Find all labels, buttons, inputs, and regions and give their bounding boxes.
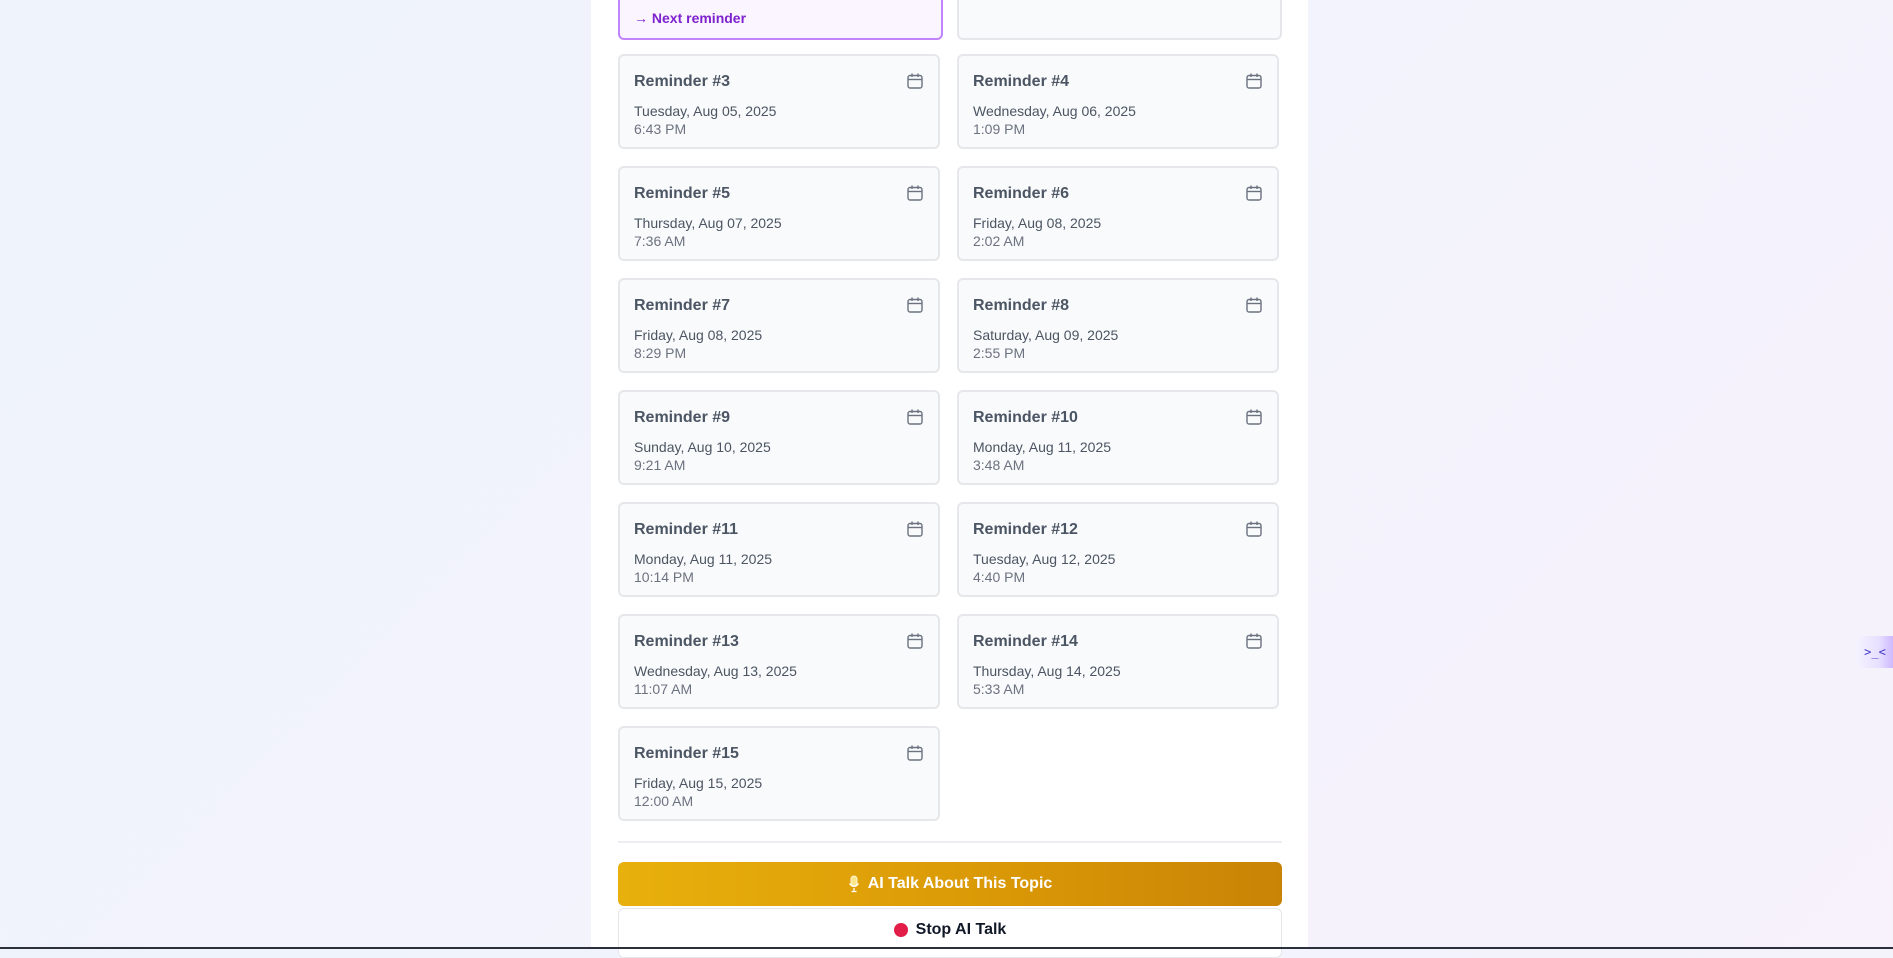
reminder-date: Tuesday, Aug 05, 2025 <box>634 103 777 119</box>
reminder-title: Reminder #6 <box>973 185 1070 202</box>
reminder-card[interactable]: Reminder #8 Saturday, Aug 09, 2025 2:55 … <box>957 278 1279 373</box>
calendar-icon <box>1246 633 1262 649</box>
reminder-date: Tuesday, Aug 12, 2025 <box>973 551 1116 567</box>
reminder-time: 3:48 AM <box>973 457 1025 473</box>
reminder-card[interactable]: Reminder #6 Friday, Aug 08, 2025 2:02 AM <box>957 166 1279 261</box>
reminder-title: Reminder #10 <box>973 409 1078 426</box>
side-panel-tab[interactable]: >_< <box>1857 636 1893 668</box>
reminder-title: Reminder #14 <box>973 633 1078 650</box>
reminder-title: Reminder #13 <box>634 633 739 650</box>
reminder-time: 7:36 AM <box>634 233 686 249</box>
reminder-card[interactable]: Reminder #3 Tuesday, Aug 05, 2025 6:43 P… <box>618 54 940 149</box>
calendar-icon <box>1246 297 1262 313</box>
reminder-date: Friday, Aug 15, 2025 <box>634 775 763 791</box>
reminder-card[interactable]: Reminder #10 Monday, Aug 11, 2025 3:48 A… <box>957 390 1279 485</box>
next-reminder-card[interactable]: → Next reminder <box>618 0 943 40</box>
terminal-icon: >_< <box>1864 645 1886 659</box>
calendar-icon <box>1246 73 1262 89</box>
reminder-date: Thursday, Aug 07, 2025 <box>634 215 782 231</box>
calendar-icon <box>907 185 923 201</box>
calendar-icon <box>907 521 923 537</box>
ai-talk-label: AI Talk About This Topic <box>867 875 1053 892</box>
reminder-time: 6:43 PM <box>634 121 687 137</box>
reminder-date: Saturday, Aug 09, 2025 <box>973 327 1119 343</box>
ai-talk-button[interactable]: AI Talk About This Topic <box>618 862 1282 906</box>
reminder-card[interactable]: Reminder #5 Thursday, Aug 07, 2025 7:36 … <box>618 166 940 261</box>
calendar-icon <box>1246 185 1262 201</box>
reminder-card[interactable]: Reminder #9 Sunday, Aug 10, 2025 9:21 AM <box>618 390 940 485</box>
reminder-time: 8:29 PM <box>634 345 687 361</box>
calendar-icon <box>907 745 923 761</box>
reminder-title: Reminder #15 <box>634 745 739 762</box>
reminder-title: Reminder #11 <box>634 521 739 538</box>
reminder-time: 12:00 AM <box>634 793 694 809</box>
reminder-time: 4:40 PM <box>973 569 1026 585</box>
reminder-date: Friday, Aug 08, 2025 <box>973 215 1102 231</box>
calendar-icon <box>1246 409 1262 425</box>
reminder-grid: → Next reminder Reminder #3 Tuesday, Aug… <box>618 0 1282 958</box>
stop-ai-talk-label: Stop AI Talk <box>915 921 1007 938</box>
reminder-card[interactable]: Reminder #13 Wednesday, Aug 13, 2025 11:… <box>618 614 940 709</box>
reminder-date: Sunday, Aug 10, 2025 <box>634 439 771 455</box>
reminder-card-blank[interactable] <box>957 0 1282 40</box>
reminder-date: Monday, Aug 11, 2025 <box>973 439 1112 455</box>
reminder-card[interactable]: Reminder #4 Wednesday, Aug 06, 2025 1:09… <box>957 54 1279 149</box>
reminder-time: 1:09 PM <box>973 121 1026 137</box>
next-reminder-link[interactable]: → Next reminder <box>634 10 746 26</box>
reminder-title: Reminder #12 <box>973 521 1078 538</box>
microphone-icon <box>848 875 859 893</box>
reminder-time: 9:21 AM <box>634 457 686 473</box>
divider <box>618 841 1282 843</box>
stop-ai-talk-button[interactable]: Stop AI Talk <box>618 908 1282 958</box>
reminder-date: Thursday, Aug 14, 2025 <box>973 663 1121 679</box>
reminder-title: Reminder #3 <box>634 73 731 90</box>
reminder-card[interactable]: Reminder #15 Friday, Aug 15, 2025 12:00 … <box>618 726 940 821</box>
calendar-icon <box>907 73 923 89</box>
reminder-time: 2:55 PM <box>973 345 1026 361</box>
red-circle-icon <box>893 923 908 937</box>
reminder-time: 2:02 AM <box>973 233 1025 249</box>
reminder-time: 11:07 AM <box>634 681 693 697</box>
reminder-date: Wednesday, Aug 06, 2025 <box>973 103 1136 119</box>
reminder-time: 10:14 PM <box>634 569 694 585</box>
reminder-time: 5:33 AM <box>973 681 1025 697</box>
reminder-date: Friday, Aug 08, 2025 <box>634 327 763 343</box>
reminder-date: Wednesday, Aug 13, 2025 <box>634 663 797 679</box>
reminder-card[interactable]: Reminder #14 Thursday, Aug 14, 2025 5:33… <box>957 614 1279 709</box>
calendar-icon <box>1246 521 1262 537</box>
reminder-date: Monday, Aug 11, 2025 <box>634 551 773 567</box>
calendar-icon <box>907 633 923 649</box>
calendar-icon <box>907 409 923 425</box>
reminder-title: Reminder #9 <box>634 409 731 426</box>
reminder-card[interactable]: Reminder #7 Friday, Aug 08, 2025 8:29 PM <box>618 278 940 373</box>
reminder-title: Reminder #7 <box>634 297 731 314</box>
calendar-icon <box>907 297 923 313</box>
reminder-title: Reminder #5 <box>634 185 731 202</box>
reminder-card[interactable]: Reminder #12 Tuesday, Aug 12, 2025 4:40 … <box>957 502 1279 597</box>
reminder-title: Reminder #4 <box>973 73 1070 90</box>
reminder-title: Reminder #8 <box>973 297 1070 314</box>
reminder-card[interactable]: Reminder #11 Monday, Aug 11, 2025 10:14 … <box>618 502 940 597</box>
